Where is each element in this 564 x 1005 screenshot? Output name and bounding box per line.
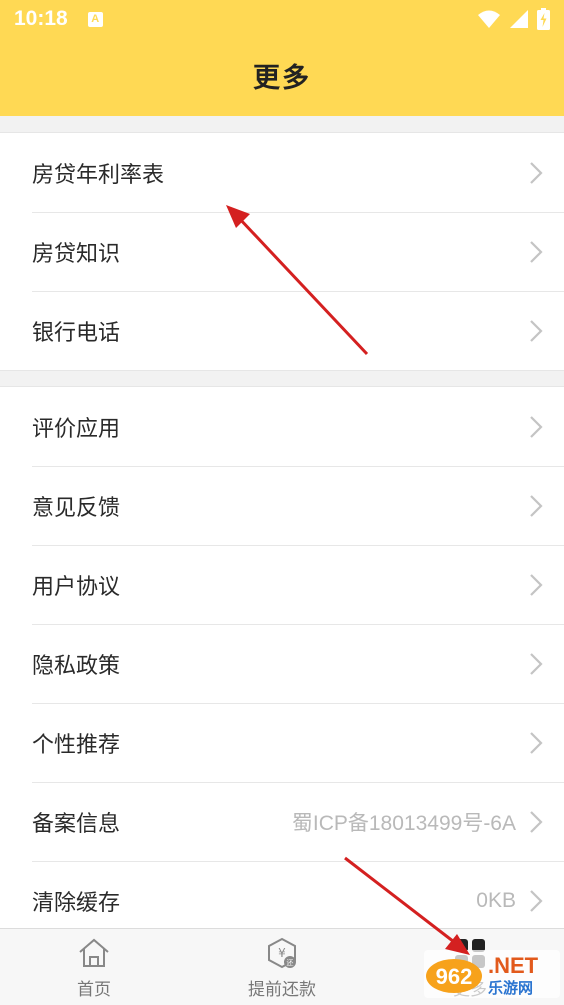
menu-item-personalized-recommendation[interactable]: 个性推荐 bbox=[0, 703, 564, 782]
tab-home[interactable]: 首页 bbox=[0, 929, 188, 1005]
menu-item-label: 用户协议 bbox=[32, 574, 121, 600]
menu-item-bank-phone[interactable]: 银行电话 bbox=[0, 291, 564, 370]
watermark-net: .NET bbox=[488, 953, 539, 978]
tab-early-repayment[interactable]: ¥ 还 提前还款 bbox=[188, 929, 376, 1005]
signal-icon bbox=[510, 10, 528, 28]
menu-item-label: 备案信息 bbox=[32, 811, 121, 837]
watermark-logo: 962 bbox=[426, 959, 482, 993]
watermark-brand: 962 bbox=[436, 964, 473, 989]
status-time: 10:18 bbox=[14, 7, 68, 30]
chevron-right-icon bbox=[530, 889, 543, 912]
battery-icon bbox=[537, 8, 550, 30]
tab-label: 首页 bbox=[77, 980, 111, 1000]
cache-size-value: 0KB bbox=[476, 888, 516, 912]
page-title: 更多 bbox=[253, 63, 311, 94]
menu-item-privacy-policy[interactable]: 隐私政策 bbox=[0, 624, 564, 703]
icp-number-value: 蜀ICP备18013499号-6A bbox=[291, 811, 516, 835]
menu-group-mortgage: 房贷年利率表 房贷知识 银行电话 bbox=[0, 132, 564, 371]
chevron-right-icon bbox=[530, 415, 543, 438]
menu-item-rate-app[interactable]: 评价应用 bbox=[0, 387, 564, 466]
chevron-right-icon bbox=[530, 161, 543, 184]
tab-label: 提前还款 bbox=[248, 980, 316, 1000]
menu-item-label: 房贷知识 bbox=[32, 241, 121, 267]
chevron-right-icon bbox=[530, 810, 543, 833]
notification-badge-icon: A bbox=[87, 11, 103, 27]
menu-item-label: 隐私政策 bbox=[32, 653, 121, 679]
menu-item-label: 房贷年利率表 bbox=[32, 162, 165, 188]
chevron-right-icon bbox=[530, 240, 543, 263]
menu-item-label: 意见反馈 bbox=[32, 495, 121, 521]
svg-text:还: 还 bbox=[287, 959, 294, 967]
chevron-right-icon bbox=[530, 652, 543, 675]
menu-item-user-agreement[interactable]: 用户协议 bbox=[0, 545, 564, 624]
menu-item-icp-filing[interactable]: 备案信息 蜀ICP备18013499号-6A bbox=[0, 782, 564, 861]
menu-item-rate-table[interactable]: 房贷年利率表 bbox=[0, 133, 564, 212]
chevron-right-icon bbox=[530, 731, 543, 754]
header-bar: 10:18 A 更多 bbox=[0, 0, 564, 116]
chevron-right-icon bbox=[530, 319, 543, 342]
menu-item-label: 评价应用 bbox=[32, 416, 121, 442]
menu-item-feedback[interactable]: 意见反馈 bbox=[0, 466, 564, 545]
svg-text:¥: ¥ bbox=[278, 946, 286, 960]
menu-item-label: 清除缓存 bbox=[32, 890, 121, 916]
menu-item-mortgage-knowledge[interactable]: 房贷知识 bbox=[0, 212, 564, 291]
wifi-icon bbox=[478, 10, 500, 28]
menu-item-label: 个性推荐 bbox=[32, 732, 121, 758]
repayment-icon: ¥ 还 bbox=[268, 937, 296, 969]
menu-group-app: 评价应用 意见反馈 用户协议 隐私政策 个性推荐 备案信息 蜀ICP备18013… bbox=[0, 386, 564, 941]
home-icon bbox=[79, 938, 109, 967]
watermark-cn: 乐游网 bbox=[488, 979, 534, 997]
menu-item-label: 银行电话 bbox=[32, 320, 121, 346]
chevron-right-icon bbox=[530, 573, 543, 596]
watermark: 962 .NET 乐游网 bbox=[424, 950, 560, 998]
status-bar: 10:18 A bbox=[0, 0, 564, 38]
chevron-right-icon bbox=[530, 494, 543, 517]
